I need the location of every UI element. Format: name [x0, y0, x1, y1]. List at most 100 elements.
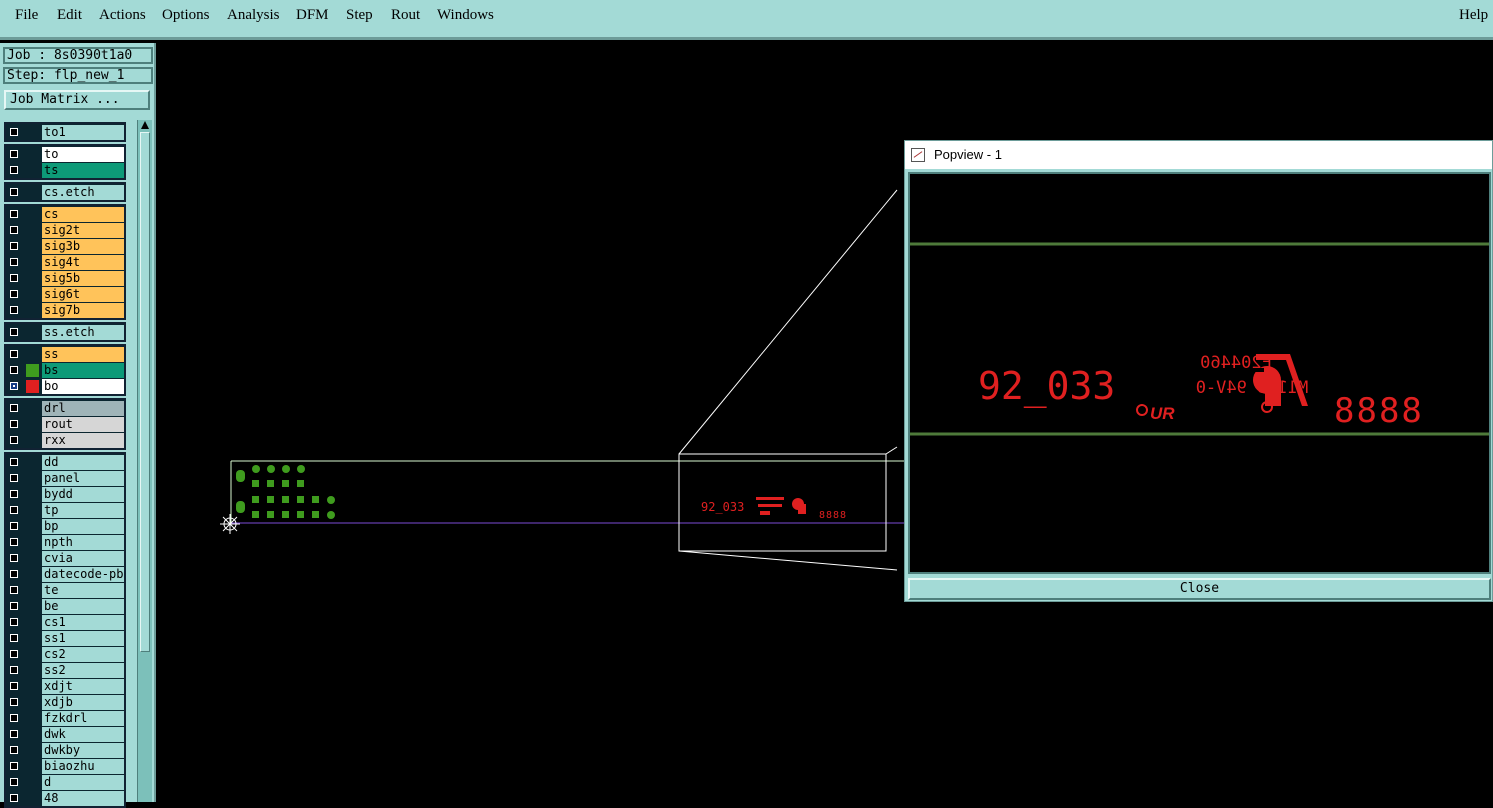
layer-row[interactable]: bo: [6, 379, 124, 394]
layer-row[interactable]: d: [6, 775, 124, 790]
layer-color-swatch[interactable]: [26, 418, 39, 431]
layer-row[interactable]: 48: [6, 791, 124, 806]
layer-name[interactable]: drl: [42, 401, 124, 416]
layer-name[interactable]: sig5b: [42, 271, 124, 286]
menu-file[interactable]: File: [15, 7, 38, 24]
layer-row[interactable]: sig5b: [6, 271, 124, 286]
layer-color-swatch[interactable]: [26, 472, 39, 485]
scroll-thumb[interactable]: [140, 132, 150, 652]
layer-row[interactable]: sig6t: [6, 287, 124, 302]
layer-name[interactable]: to: [42, 147, 124, 162]
layer-color-swatch[interactable]: [26, 256, 39, 269]
layer-checkbox[interactable]: [10, 188, 18, 196]
layer-row[interactable]: rxx: [6, 433, 124, 448]
layer-row[interactable]: bydd: [6, 487, 124, 502]
layer-color-swatch[interactable]: [26, 792, 39, 805]
layer-row[interactable]: bs: [6, 363, 124, 378]
layer-color-swatch[interactable]: [26, 520, 39, 533]
layer-row[interactable]: dd: [6, 455, 124, 470]
layer-color-swatch[interactable]: [26, 728, 39, 741]
layer-name[interactable]: bp: [42, 519, 124, 534]
layer-name[interactable]: bydd: [42, 487, 124, 502]
layer-checkbox[interactable]: [10, 166, 18, 174]
layer-name[interactable]: datecode-pb: [42, 567, 124, 582]
layer-checkbox[interactable]: [10, 210, 18, 218]
layer-row[interactable]: sig7b: [6, 303, 124, 318]
layer-checkbox[interactable]: [10, 242, 18, 250]
layer-scrollbar[interactable]: [137, 120, 152, 802]
layer-row[interactable]: biaozhu: [6, 759, 124, 774]
menu-help[interactable]: Help: [1459, 7, 1488, 24]
layer-name[interactable]: ts: [42, 163, 124, 178]
layer-checkbox[interactable]: [10, 570, 18, 578]
menu-rout[interactable]: Rout: [391, 7, 420, 24]
layer-color-swatch[interactable]: [26, 712, 39, 725]
layer-checkbox[interactable]: [10, 128, 18, 136]
layer-checkbox[interactable]: [10, 274, 18, 282]
layer-color-swatch[interactable]: [26, 744, 39, 757]
layer-color-swatch[interactable]: [26, 776, 39, 789]
layer-row[interactable]: ts: [6, 163, 124, 178]
popview-view[interactable]: 92_033 E204460 M11 S 94V-0 UR 8888: [908, 172, 1491, 574]
layer-name[interactable]: d: [42, 775, 124, 790]
layer-checkbox[interactable]: [10, 602, 18, 610]
layer-row[interactable]: xdjb: [6, 695, 124, 710]
layer-name[interactable]: sig2t: [42, 223, 124, 238]
layer-checkbox[interactable]: [10, 436, 18, 444]
layer-checkbox[interactable]: [10, 350, 18, 358]
layer-color-swatch[interactable]: [26, 632, 39, 645]
layer-color-swatch[interactable]: [26, 488, 39, 501]
layer-checkbox[interactable]: [10, 522, 18, 530]
layer-color-swatch[interactable]: [26, 208, 39, 221]
layer-color-swatch[interactable]: [26, 148, 39, 161]
layer-name[interactable]: to1: [42, 125, 124, 140]
layer-color-swatch[interactable]: [26, 680, 39, 693]
layer-color-swatch[interactable]: [26, 224, 39, 237]
layer-checkbox[interactable]: [10, 420, 18, 428]
layer-row[interactable]: sig2t: [6, 223, 124, 238]
layer-checkbox[interactable]: [10, 618, 18, 626]
layer-row[interactable]: cs: [6, 207, 124, 222]
layer-row[interactable]: te: [6, 583, 124, 598]
layer-row[interactable]: be: [6, 599, 124, 614]
layer-name[interactable]: xdjt: [42, 679, 124, 694]
menu-edit[interactable]: Edit: [57, 7, 82, 24]
layer-color-swatch[interactable]: [26, 288, 39, 301]
layer-color-swatch[interactable]: [26, 272, 39, 285]
layer-row[interactable]: drl: [6, 401, 124, 416]
layer-name[interactable]: sig7b: [42, 303, 124, 318]
layer-name[interactable]: cvia: [42, 551, 124, 566]
layer-color-swatch[interactable]: [26, 240, 39, 253]
layer-color-swatch[interactable]: [26, 600, 39, 613]
layer-name[interactable]: sig3b: [42, 239, 124, 254]
layer-name[interactable]: xdjb: [42, 695, 124, 710]
layer-row[interactable]: ss1: [6, 631, 124, 646]
menu-options[interactable]: Options: [162, 7, 210, 24]
menu-step[interactable]: Step: [346, 7, 373, 24]
layer-row[interactable]: xdjt: [6, 679, 124, 694]
layer-row[interactable]: bp: [6, 519, 124, 534]
layer-name[interactable]: panel: [42, 471, 124, 486]
layer-name[interactable]: te: [42, 583, 124, 598]
job-matrix-button[interactable]: Job Matrix ...: [4, 90, 150, 110]
layer-checkbox[interactable]: [10, 634, 18, 642]
layer-checkbox[interactable]: [10, 404, 18, 412]
menu-windows[interactable]: Windows: [437, 7, 494, 24]
layer-row[interactable]: ss: [6, 347, 124, 362]
layer-checkbox[interactable]: [10, 474, 18, 482]
popview-window[interactable]: Popview - 1 92_033 E204460 M11 S 94V-0 U…: [904, 140, 1493, 602]
layer-color-swatch[interactable]: [26, 164, 39, 177]
layer-name[interactable]: biaozhu: [42, 759, 124, 774]
layer-checkbox[interactable]: [10, 554, 18, 562]
layer-name[interactable]: ss2: [42, 663, 124, 678]
layer-checkbox[interactable]: [10, 650, 18, 658]
layer-checkbox[interactable]: [10, 490, 18, 498]
menu-actions[interactable]: Actions: [99, 7, 146, 24]
layer-color-swatch[interactable]: [26, 326, 39, 339]
layer-checkbox[interactable]: [10, 698, 18, 706]
layer-color-swatch[interactable]: [26, 648, 39, 661]
layer-color-swatch[interactable]: [26, 536, 39, 549]
layer-checkbox[interactable]: [10, 258, 18, 266]
layer-checkbox[interactable]: [10, 746, 18, 754]
layer-color-swatch[interactable]: [26, 504, 39, 517]
